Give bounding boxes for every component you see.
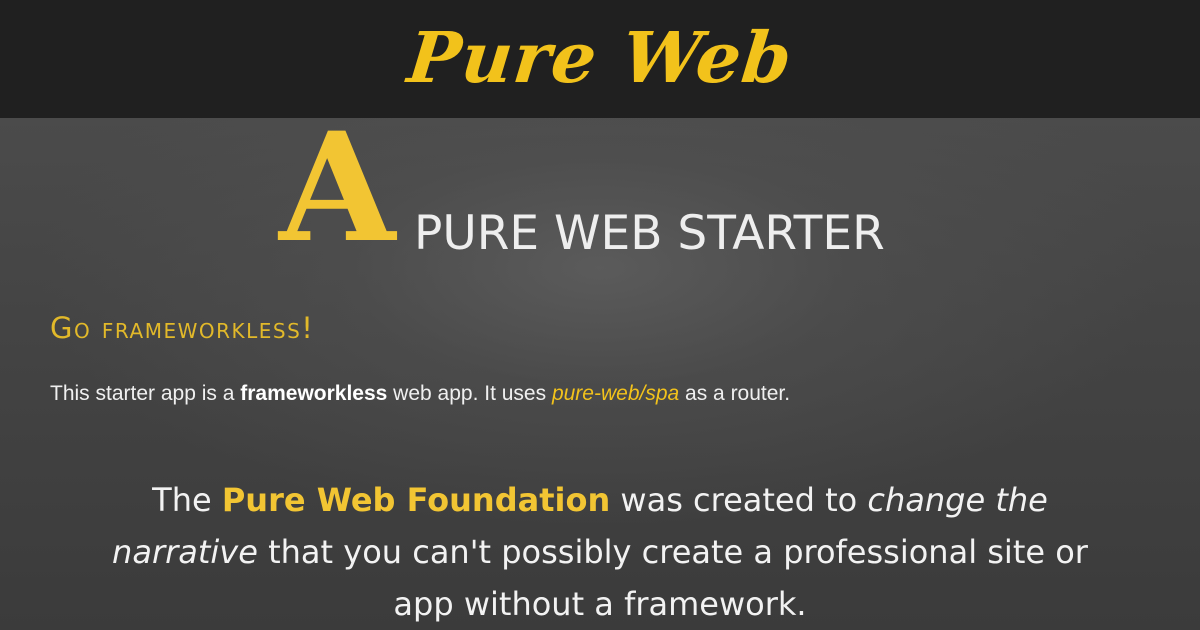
hero-title: A PURE WEB STARTER bbox=[0, 118, 1200, 268]
hero-drop-cap: A bbox=[279, 118, 396, 276]
hero-title-text: PURE WEB STARTER bbox=[414, 206, 885, 261]
intro-text-2: web app. It uses bbox=[387, 382, 552, 405]
intro-text-1: This starter app is a bbox=[50, 382, 241, 405]
header-bar: Pure Web bbox=[0, 0, 1200, 118]
intro-bold-text: frameworkless bbox=[240, 382, 388, 405]
section-heading: Go frameworkless! bbox=[50, 311, 315, 345]
mission-statement: The Pure Web Foundation was created to c… bbox=[80, 474, 1120, 630]
foundation-name: Pure Web Foundation bbox=[221, 481, 611, 519]
intro-paragraph: This starter app is a frameworkless web … bbox=[50, 380, 790, 408]
statement-text-1: The bbox=[152, 481, 222, 519]
statement-text-2: was created to bbox=[610, 481, 868, 519]
brand-logo[interactable]: Pure Web bbox=[0, 0, 1200, 118]
intro-text-3: as a router. bbox=[679, 382, 791, 405]
statement-text-3: that you can't possibly create a profess… bbox=[257, 533, 1088, 623]
router-link[interactable]: pure-web/spa bbox=[552, 382, 679, 405]
main-content: A PURE WEB STARTER Go frameworkless! Thi… bbox=[0, 118, 1200, 630]
